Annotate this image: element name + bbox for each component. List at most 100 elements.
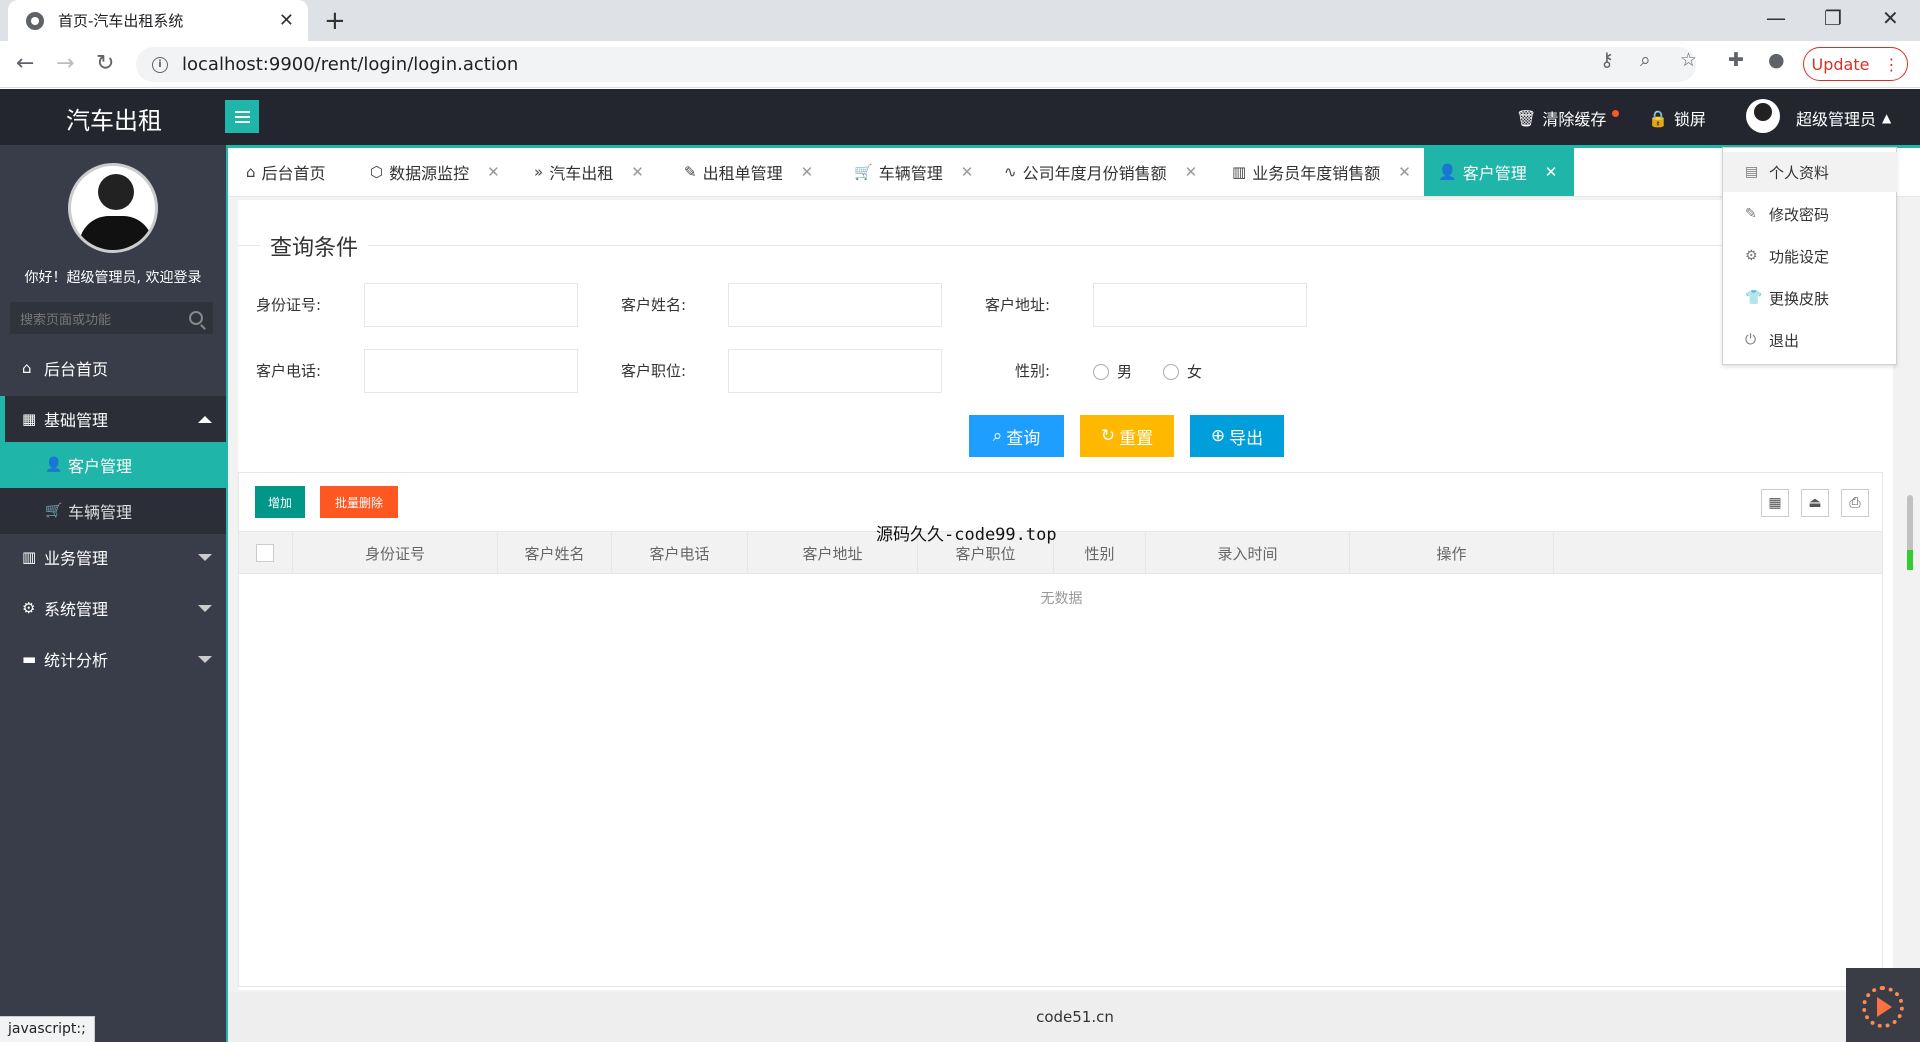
print-icon[interactable]: ⎙ — [1841, 489, 1869, 517]
browser-tab[interactable]: 首页-汽车出租系统 ✕ — [8, 0, 308, 41]
sidebar-item-label: 后台首页 — [44, 360, 109, 379]
close-window-icon[interactable]: ✕ — [1882, 6, 1899, 30]
gender-male-radio[interactable]: 男 — [1093, 361, 1132, 382]
forward-icon[interactable]: → — [56, 51, 74, 76]
cube-icon: ⬡ — [370, 163, 384, 181]
menu-item-label: 功能设定 — [1769, 247, 1830, 266]
search-button[interactable]: ⌕ 查询 — [969, 415, 1064, 457]
new-tab-button[interactable]: + — [324, 6, 346, 36]
more-icon: ⋮ — [1883, 54, 1900, 74]
sidebar-item-cars[interactable]: 🛒 车辆管理 — [0, 488, 226, 534]
reset-button[interactable]: ↻ 重置 — [1080, 415, 1174, 457]
customer-name-input[interactable] — [728, 283, 942, 327]
profile-icon[interactable]: ● — [1768, 49, 1785, 71]
sidebar-item-customers[interactable]: 👤 客户管理 — [0, 442, 226, 488]
sidebar-search-input[interactable]: 搜索页面或功能 — [10, 302, 213, 334]
columns-icon[interactable]: ▦ — [1761, 489, 1789, 517]
menu-item-profile[interactable]: ▤ 个人资料 — [1723, 152, 1898, 192]
tab-company-sales[interactable]: ∿ 公司年度月份销售额 ✕ — [990, 148, 1211, 196]
info-icon[interactable]: i — [152, 56, 168, 73]
user-dropdown-menu: ▤ 个人资料 ✎ 修改密码 ⚙ 功能设定 👕 更换皮肤 ⏻ 退出 — [1722, 147, 1898, 365]
shirt-icon: 👕 — [1745, 290, 1763, 306]
monitor-icon: ▬ — [22, 650, 37, 668]
sidebar-item-stats[interactable]: ▬ 统计分析 — [0, 636, 226, 682]
tab-datasource[interactable]: ⬡ 数据源监控 ✕ — [356, 148, 514, 196]
close-tab-icon[interactable]: ✕ — [279, 10, 294, 31]
zoom-icon[interactable]: ⌕ — [1640, 49, 1651, 71]
close-icon[interactable]: ✕ — [631, 163, 644, 181]
close-icon[interactable]: ✕ — [487, 163, 500, 181]
minimize-icon[interactable]: — — [1766, 6, 1786, 30]
radio-circle — [1093, 363, 1109, 380]
empty-message: 无数据 — [1040, 591, 1083, 607]
close-icon[interactable]: ✕ — [1398, 163, 1411, 181]
id-number-input[interactable] — [364, 283, 578, 327]
extensions-icon[interactable]: ✚ — [1728, 49, 1744, 71]
tab-salesman-sales[interactable]: ▥ 业务员年度销售额 ✕ — [1218, 148, 1425, 196]
menu-item-logout[interactable]: ⏻ 退出 — [1723, 320, 1898, 360]
tab-label: 后台首页 — [261, 164, 326, 183]
close-icon[interactable]: ✕ — [961, 163, 974, 181]
radio-label: 女 — [1187, 363, 1203, 381]
add-button[interactable]: 增加 — [255, 486, 305, 518]
address-bar: ← → ↻ i localhost:9900/rent/login/login.… — [0, 41, 1920, 88]
tab-label: 出租单管理 — [702, 164, 783, 183]
tab-cars[interactable]: 🛒 车辆管理 ✕ — [840, 148, 987, 196]
restore-icon[interactable]: ❐ — [1824, 6, 1842, 30]
address-label: 客户地址: — [984, 296, 1050, 314]
search-icon[interactable] — [189, 311, 203, 325]
lock-screen-label: 锁屏 — [1673, 110, 1706, 129]
reload-icon[interactable]: ↻ — [96, 51, 114, 76]
sidebar-item-business[interactable]: ▥ 业务管理 — [0, 534, 226, 580]
select-all-checkbox[interactable] — [256, 544, 274, 562]
url-text: localhost:9900/rent/login/login.action — [182, 54, 519, 75]
menu-item-skin[interactable]: 👕 更换皮肤 — [1723, 278, 1898, 318]
batch-delete-button[interactable]: 批量删除 — [320, 486, 398, 518]
menu-item-settings[interactable]: ⚙ 功能设定 — [1723, 236, 1898, 276]
table-toolbar: 增加 批量删除 ▦ ⏏ ⎙ — [238, 472, 1883, 532]
column-header[interactable]: 身份证号 — [293, 532, 498, 574]
tab-rent-orders[interactable]: ✎ 出租单管理 ✕ — [670, 148, 827, 196]
clear-cache-button[interactable]: 🗑 清除缓存 — [1516, 106, 1620, 130]
close-icon[interactable]: ✕ — [801, 163, 814, 181]
tab-home[interactable]: ⌂ 后台首页 — [232, 148, 340, 196]
caret-up-icon — [198, 416, 212, 423]
user-avatar[interactable] — [1746, 99, 1780, 133]
floating-widget[interactable] — [1846, 968, 1920, 1042]
notification-dot — [1612, 109, 1620, 117]
sidebar-item-home[interactable]: ⌂ 后台首页 — [0, 345, 226, 391]
url-field[interactable]: i localhost:9900/rent/login/login.action — [136, 47, 1696, 82]
close-icon[interactable]: ✕ — [1185, 163, 1198, 181]
tab-car-rental[interactable]: » 汽车出租 ✕ — [520, 148, 658, 196]
menu-item-change-password[interactable]: ✎ 修改密码 — [1723, 194, 1898, 234]
customer-job-input[interactable] — [728, 349, 942, 393]
gender-label: 性别: — [1014, 362, 1050, 380]
update-button[interactable]: Update ⋮ — [1803, 47, 1908, 81]
menu-toggle-button[interactable] — [225, 100, 259, 133]
lock-screen-button[interactable]: 🔒 锁屏 — [1648, 106, 1706, 130]
tab-label: 车辆管理 — [878, 164, 943, 183]
building-icon: ▥ — [22, 548, 37, 566]
back-icon[interactable]: ← — [16, 51, 34, 76]
user-menu-button[interactable]: 超级管理员 ▲ — [1796, 106, 1891, 130]
key-icon[interactable]: ⚷ — [1600, 49, 1614, 71]
customer-phone-input[interactable] — [364, 349, 578, 393]
tab-customers[interactable]: 👤 客户管理 ✕ — [1424, 148, 1574, 196]
scroll-indicator — [1907, 550, 1913, 570]
gender-female-radio[interactable]: 女 — [1163, 361, 1202, 382]
scrollbar[interactable] — [1900, 205, 1918, 935]
column-header[interactable]: 性别 — [1054, 532, 1146, 574]
customer-address-input[interactable] — [1093, 283, 1307, 327]
column-header[interactable]: 操作 — [1350, 532, 1554, 574]
sidebar-item-system[interactable]: ⚙ 系统管理 — [0, 585, 226, 631]
column-header[interactable]: 客户姓名 — [498, 532, 612, 574]
app-logo: 汽车出租 — [66, 107, 162, 135]
export-icon[interactable]: ⏏ — [1801, 489, 1829, 517]
export-button[interactable]: ⊕ 导出 — [1190, 415, 1284, 457]
column-header[interactable]: 客户电话 — [612, 532, 748, 574]
tab-label: 公司年度月份销售额 — [1022, 164, 1167, 183]
close-icon[interactable]: ✕ — [1545, 163, 1558, 181]
sidebar-item-basic[interactable]: ▦ 基础管理 — [0, 396, 226, 442]
column-header[interactable]: 录入时间 — [1146, 532, 1350, 574]
star-icon[interactable]: ☆ — [1680, 49, 1697, 71]
